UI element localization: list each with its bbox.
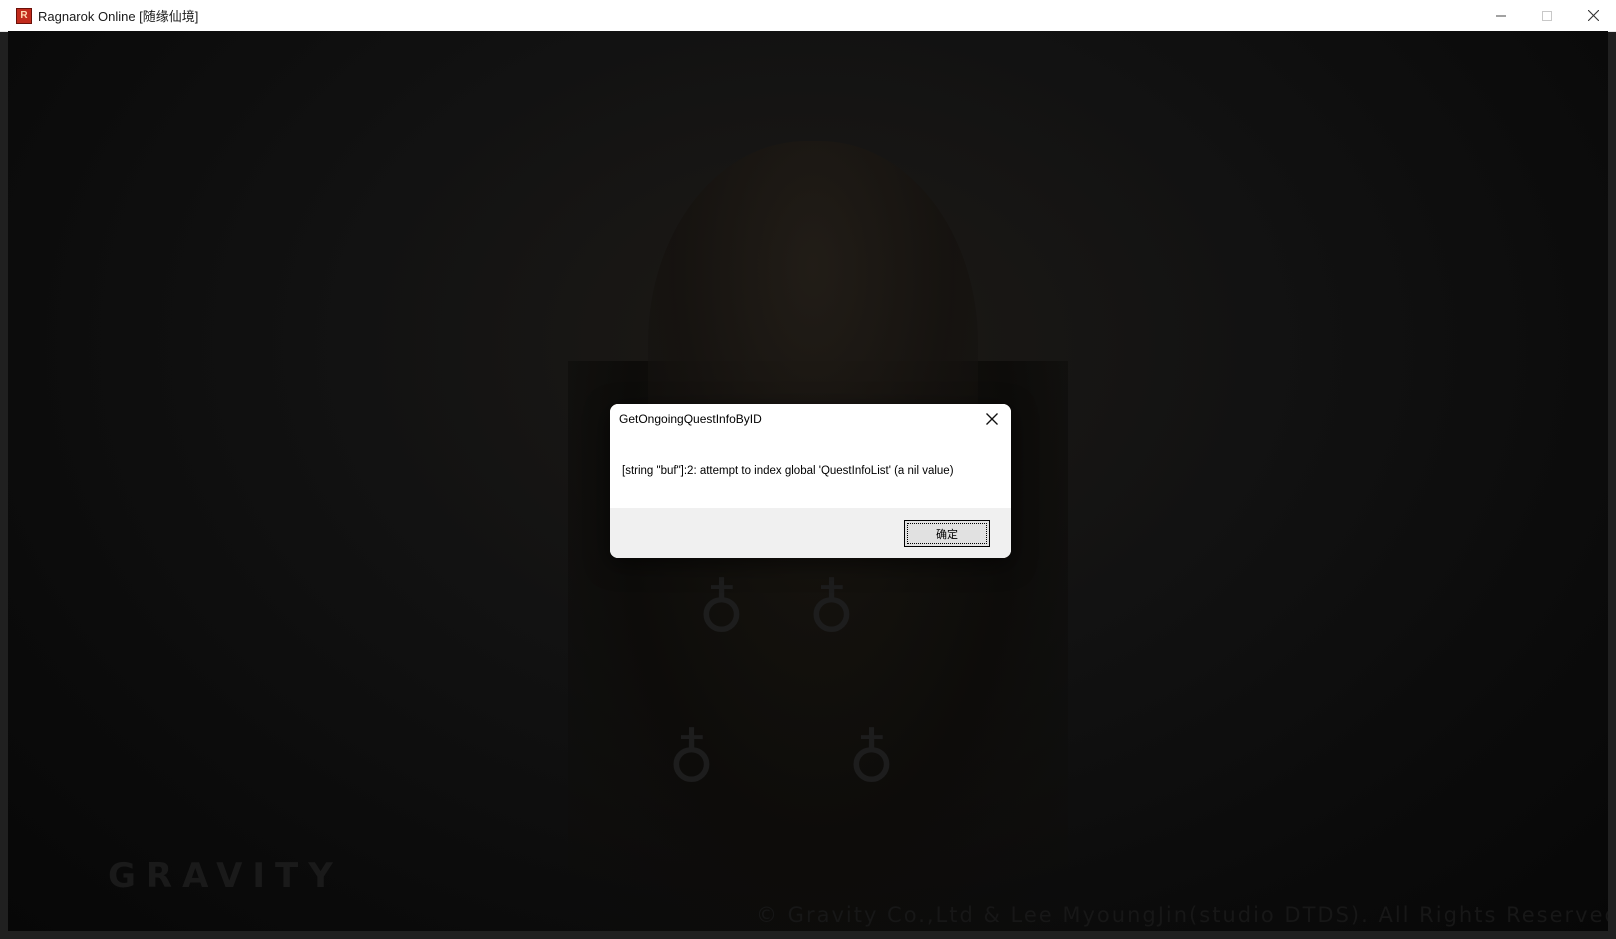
background-ornament-icon: ♁ (668, 716, 715, 790)
background-ornament-icon: ♁ (808, 566, 855, 640)
window-title: Ragnarok Online [随缘仙境] (38, 9, 199, 24)
window-controls (1478, 0, 1616, 31)
dialog-message: [string "buf"]:2: attempt to index globa… (622, 465, 954, 477)
minimize-icon (1496, 15, 1506, 16)
close-icon (1587, 10, 1599, 21)
close-icon (986, 413, 998, 425)
ok-button[interactable]: 确定 (904, 520, 990, 547)
background-ornament-icon: ♁ (698, 566, 745, 640)
close-button[interactable] (1570, 0, 1616, 31)
copyright-text: © Gravity Co.,Ltd & Lee MyoungJin(studio… (756, 903, 1608, 927)
maximize-button[interactable] (1524, 0, 1570, 31)
background-ornament-icon: ♁ (848, 716, 895, 790)
ok-button-label: 确定 (936, 528, 958, 541)
dialog-title: GetOngoingQuestInfoByID (619, 412, 762, 426)
app-icon: R (16, 7, 32, 24)
window-titlebar[interactable]: R Ragnarok Online [随缘仙境] (0, 0, 1616, 32)
dialog-footer: 确定 (610, 508, 1011, 558)
game-window: R Ragnarok Online [随缘仙境] ♁ ♁ ♁ ♁ GRAVITY… (0, 0, 1616, 939)
gravity-logo: GRAVITY (108, 856, 343, 896)
dialog-body: [string "buf"]:2: attempt to index globa… (610, 434, 1011, 508)
error-dialog: GetOngoingQuestInfoByID [string "buf"]:2… (610, 404, 1011, 558)
dialog-titlebar[interactable]: GetOngoingQuestInfoByID (610, 404, 1011, 434)
dialog-close-button[interactable] (979, 407, 1005, 431)
maximize-icon (1542, 10, 1552, 21)
minimize-button[interactable] (1478, 0, 1524, 31)
